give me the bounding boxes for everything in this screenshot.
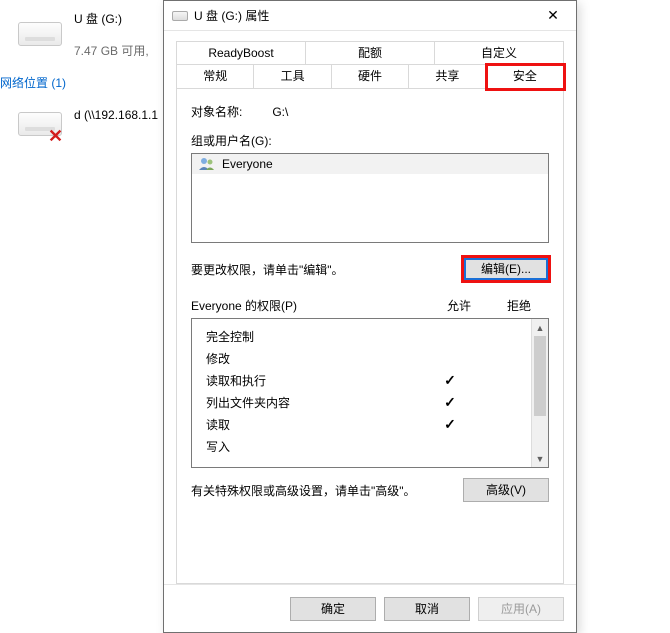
properties-dialog: U 盘 (G:) 属性 ✕ ReadyBoost 配额 自定义 常规 工具 硬件…	[163, 0, 577, 633]
tab-strip: ReadyBoost 配额 自定义 常规 工具 硬件 共享 安全	[164, 31, 576, 89]
edit-button[interactable]: 编辑(E)...	[463, 257, 549, 281]
tab-tools[interactable]: 工具	[254, 65, 331, 89]
permission-name: 完全控制	[206, 328, 423, 345]
column-deny: 拒绝	[489, 297, 549, 314]
drive-icon	[172, 11, 188, 21]
disconnected-x-icon: ✕	[48, 126, 63, 147]
allow-mark: ✓	[423, 416, 477, 433]
titlebar[interactable]: U 盘 (G:) 属性 ✕	[164, 1, 576, 31]
advanced-button[interactable]: 高级(V)	[463, 478, 549, 502]
groups-label: 组或用户名(G):	[191, 132, 549, 149]
column-allow: 允许	[429, 297, 489, 314]
tab-readyboost[interactable]: ReadyBoost	[177, 41, 306, 65]
permission-row[interactable]: 写入	[206, 435, 531, 457]
dialog-button-row: 确定 取消 应用(A)	[164, 584, 576, 632]
scroll-down-button[interactable]: ▼	[532, 450, 548, 467]
ok-button[interactable]: 确定	[290, 597, 376, 621]
permission-name: 列出文件夹内容	[206, 394, 423, 411]
allow-mark: ✓	[423, 372, 477, 389]
permission-name: 修改	[206, 350, 423, 367]
permission-row[interactable]: 列出文件夹内容✓	[206, 391, 531, 413]
group-name: Everyone	[222, 157, 273, 171]
tab-customize[interactable]: 自定义	[435, 41, 564, 65]
permissions-for-label: Everyone 的权限(P)	[191, 297, 429, 314]
permission-row[interactable]: 完全控制	[206, 325, 531, 347]
tab-hardware[interactable]: 硬件	[332, 65, 409, 89]
group-icon	[198, 157, 216, 171]
tab-security[interactable]: 安全	[487, 65, 564, 89]
scroll-track[interactable]	[532, 336, 548, 450]
allow-mark: ✓	[423, 394, 477, 411]
tab-general[interactable]: 常规	[177, 65, 254, 89]
bg-net-item[interactable]: d (\\192.168.1.1	[74, 108, 158, 122]
permission-row[interactable]: 读取✓	[206, 413, 531, 435]
tab-quota[interactable]: 配额	[306, 41, 435, 65]
advanced-hint: 有关特殊权限或高级设置，请单击"高级"。	[191, 482, 416, 499]
tab-sharing[interactable]: 共享	[409, 65, 486, 89]
permissions-list: 完全控制修改读取和执行✓列出文件夹内容✓读取✓写入 ▲ ▼	[191, 318, 549, 468]
edit-hint: 要更改权限，请单击"编辑"。	[191, 261, 344, 278]
permission-name: 读取	[206, 416, 423, 433]
list-item[interactable]: Everyone	[192, 154, 548, 174]
tab-panel-security: 对象名称: G:\ 组或用户名(G): Everyone 要更改权限，请单击"编…	[176, 89, 564, 584]
scroll-up-button[interactable]: ▲	[532, 319, 548, 336]
object-name-label: 对象名称:	[191, 103, 242, 120]
object-name-value: G:\	[272, 105, 288, 119]
permission-row[interactable]: 读取和执行✓	[206, 369, 531, 391]
close-button[interactable]: ✕	[530, 1, 576, 31]
network-drive-icon: ✕	[18, 112, 62, 136]
apply-button[interactable]: 应用(A)	[478, 597, 564, 621]
drive-icon	[18, 22, 62, 46]
window-title: U 盘 (G:) 属性	[194, 7, 530, 24]
cancel-button[interactable]: 取消	[384, 597, 470, 621]
scrollbar[interactable]: ▲ ▼	[531, 319, 548, 467]
bg-drive-label: U 盘 (G:)	[74, 10, 122, 27]
permission-name: 读取和执行	[206, 372, 423, 389]
bg-net-header[interactable]: 网络位置 (1)	[0, 74, 66, 91]
bg-drive-free: 7.47 GB 可用,	[74, 42, 149, 59]
group-user-list[interactable]: Everyone	[191, 153, 549, 243]
permission-name: 写入	[206, 438, 423, 455]
permission-row[interactable]: 修改	[206, 347, 531, 369]
scroll-thumb[interactable]	[534, 336, 546, 416]
